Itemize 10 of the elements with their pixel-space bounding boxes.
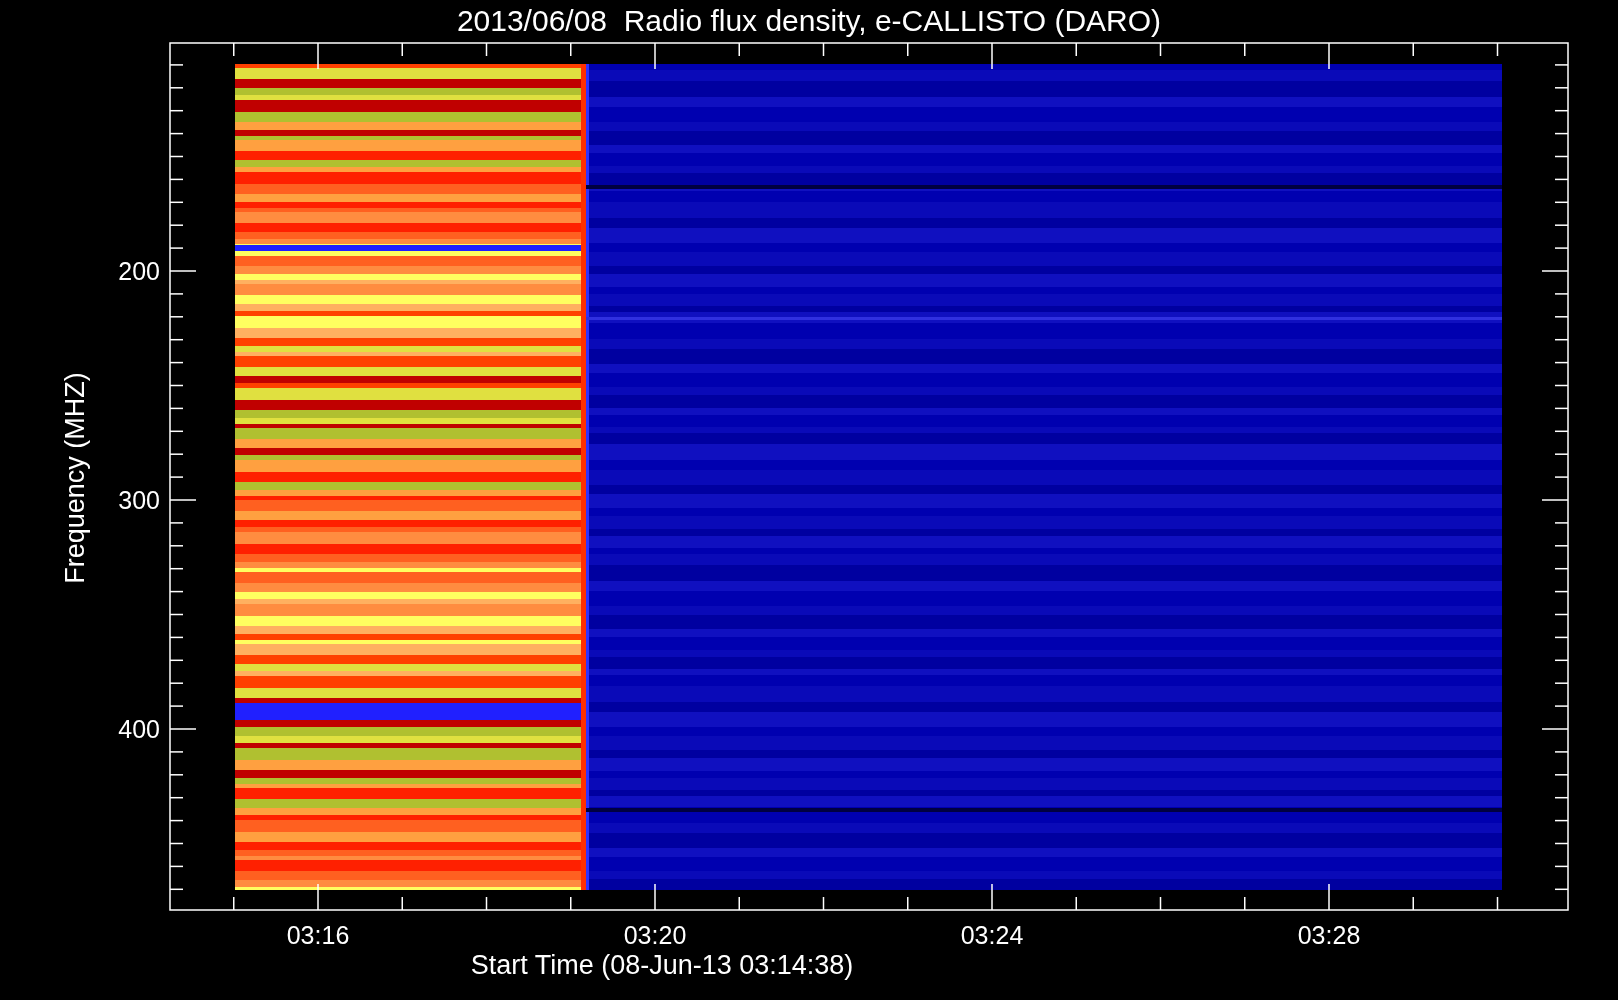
x-tick-label: 03:16 xyxy=(286,921,350,949)
plot-title: 2013/06/08 Radio flux density, e-CALLISTO (DARO) xyxy=(456,4,1162,37)
y-axis-label: Frequency (MHZ) xyxy=(60,372,90,584)
y-tick-label: 400 xyxy=(118,715,160,743)
x-tick-label: 03:24 xyxy=(960,921,1024,949)
y-tick-label: 200 xyxy=(118,257,160,285)
y-tick-label: 300 xyxy=(118,486,160,514)
x-tick-label: 03:20 xyxy=(623,921,687,949)
x-tick-label: 03:28 xyxy=(1297,921,1361,949)
x-axis-label: Start Time (08-Jun-13 03:14:38) xyxy=(470,950,854,980)
